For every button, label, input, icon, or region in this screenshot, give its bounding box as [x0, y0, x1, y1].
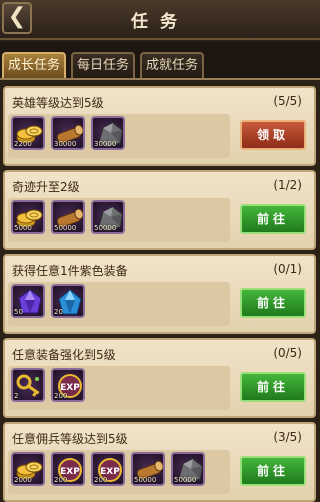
reward-quantity: 2000: [14, 476, 32, 484]
go-button[interactable]: 前往: [240, 456, 306, 486]
reward-item[interactable]: 50000: [171, 452, 205, 486]
task-title: 获得任意1件紫色装备: [12, 264, 128, 278]
task-card: 英雄等级达到5级 (5/5) 2200 30000 30000 领取: [3, 86, 316, 166]
reward-quantity: 50000: [54, 224, 77, 232]
task-card: 任意佣兵等级达到5级 (3/5) 2000 EXP 200 EXP 200 50000 50…: [3, 422, 316, 502]
reward-quantity: 30000: [54, 140, 77, 148]
reward-item[interactable]: 50000: [131, 452, 165, 486]
go-button[interactable]: 前往: [240, 372, 306, 402]
tab-daily[interactable]: 每日任务: [71, 52, 135, 78]
reward-item[interactable]: EXP 200: [91, 452, 125, 486]
reward-item[interactable]: EXP 200: [51, 452, 85, 486]
reward-item[interactable]: 50000: [91, 200, 125, 234]
go-button[interactable]: 前往: [240, 288, 306, 318]
reward-quantity: 50000: [134, 476, 157, 484]
task-progress: (3/5): [273, 430, 302, 444]
task-list: 英雄等级达到5级 (5/5) 2200 30000 30000 领取 奇迹升至2级 …: [0, 78, 320, 502]
reward-item[interactable]: EXP 200: [51, 368, 85, 402]
reward-quantity: 30000: [94, 140, 117, 148]
task-progress: (1/2): [273, 178, 302, 192]
reward-item[interactable]: 20: [51, 284, 85, 318]
task-progress: (5/5): [273, 94, 302, 108]
claim-button[interactable]: 领取: [240, 120, 306, 150]
task-progress: (0/5): [273, 346, 302, 360]
reward-quantity: 2200: [14, 140, 32, 148]
reward-item[interactable]: 30000: [91, 116, 125, 150]
go-button[interactable]: 前往: [240, 204, 306, 234]
tab-growth[interactable]: 成长任务: [2, 52, 66, 78]
tab-achievement[interactable]: 成就任务: [140, 52, 204, 78]
reward-item[interactable]: 50: [11, 284, 45, 318]
reward-quantity: 20: [54, 308, 63, 316]
reward-quantity: 50000: [94, 224, 117, 232]
task-card: 获得任意1件紫色装备 (0/1) 50 20 前往: [3, 254, 316, 334]
task-title: 英雄等级达到5级: [12, 96, 104, 110]
reward-item[interactable]: 2200: [11, 116, 45, 150]
top-bar: ❮ 任务: [0, 0, 320, 40]
task-progress: (0/1): [273, 262, 302, 276]
reward-item[interactable]: 5000: [11, 200, 45, 234]
task-title: 任意佣兵等级达到5级: [12, 432, 128, 446]
task-title: 奇迹升至2级: [12, 180, 80, 194]
reward-item[interactable]: 30000: [51, 116, 85, 150]
reward-quantity: 2: [14, 392, 19, 400]
reward-list: 50 20: [8, 282, 230, 326]
reward-quantity: 200: [54, 476, 68, 484]
reward-list: 2200 30000 30000: [8, 114, 230, 158]
reward-list: 5000 50000 50000: [8, 198, 230, 242]
reward-list: 2 EXP 200: [8, 366, 230, 410]
reward-item[interactable]: 2000: [11, 452, 45, 486]
reward-quantity: 50: [14, 308, 23, 316]
reward-item[interactable]: 50000: [51, 200, 85, 234]
reward-list: 2000 EXP 200 EXP 200 50000 50000: [8, 450, 230, 494]
tab-bar: 成长任务 每日任务 成就任务: [0, 42, 320, 78]
task-card: 任意装备强化到5级 (0/5) 2 EXP 200 前往: [3, 338, 316, 418]
task-card: 奇迹升至2级 (1/2) 5000 50000 50000 前往: [3, 170, 316, 250]
reward-quantity: 5000: [14, 224, 32, 232]
page-title: 任务: [131, 12, 189, 32]
reward-quantity: 200: [54, 392, 68, 400]
reward-item[interactable]: 2: [11, 368, 45, 402]
reward-quantity: 200: [94, 476, 108, 484]
task-title: 任意装备强化到5级: [12, 348, 116, 362]
reward-quantity: 50000: [174, 476, 197, 484]
